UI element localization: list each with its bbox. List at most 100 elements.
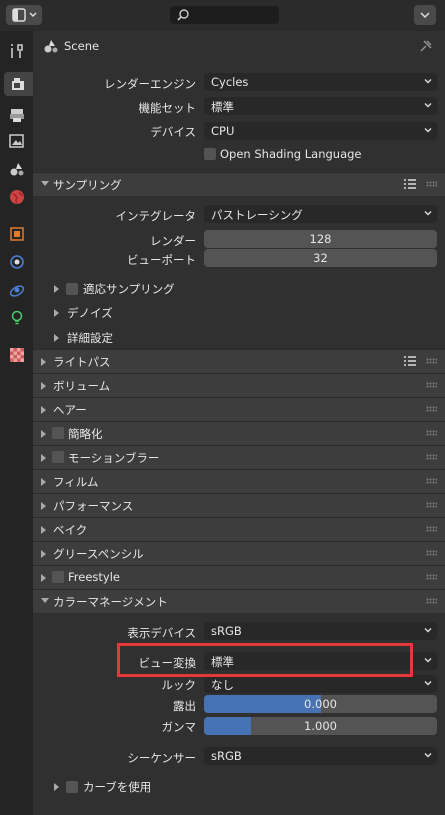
collapse-arrow-icon bbox=[54, 334, 59, 342]
look-label: ルック bbox=[161, 678, 197, 692]
presets-list-icon[interactable] bbox=[403, 178, 417, 190]
tab-output[interactable] bbox=[5, 103, 29, 127]
drag-handle-icon[interactable] bbox=[426, 382, 437, 388]
drag-handle-icon[interactable] bbox=[426, 454, 437, 460]
denoise-subpanel[interactable]: デノイズ bbox=[33, 302, 445, 324]
gamma-slider[interactable]: 1.000 bbox=[204, 717, 437, 735]
search-input[interactable] bbox=[170, 6, 279, 24]
drag-handle-icon[interactable] bbox=[426, 502, 437, 508]
render-samples-label: レンダー bbox=[150, 234, 196, 248]
light-bulb-icon bbox=[11, 310, 23, 325]
freestyle-panel-header[interactable]: Freestyle bbox=[33, 565, 445, 589]
adaptive-sampling-subpanel[interactable]: 適応サンプリング bbox=[33, 278, 445, 300]
panel-title: モーションブラー bbox=[68, 451, 160, 465]
integrator-dropdown[interactable]: パストレーシング bbox=[204, 205, 437, 223]
color-management-panel-header[interactable]: カラーマネージメント bbox=[33, 589, 445, 613]
scene-icon bbox=[10, 163, 24, 176]
physics-icon bbox=[10, 255, 24, 269]
drag-handle-icon[interactable] bbox=[426, 181, 437, 187]
panel-title: パフォーマンス bbox=[53, 499, 134, 513]
tab-render[interactable] bbox=[4, 72, 33, 96]
performance-panel-header[interactable]: パフォーマンス bbox=[33, 493, 445, 517]
scene-icon bbox=[44, 40, 58, 53]
chevron-down-icon bbox=[420, 12, 430, 19]
hair-panel-header[interactable]: ヘアー bbox=[33, 397, 445, 421]
panel-title: フィルム bbox=[53, 475, 99, 489]
chevron-down-icon bbox=[424, 681, 432, 686]
tab-tool[interactable] bbox=[5, 39, 29, 63]
render-engine-label: レンダーエンジン bbox=[104, 77, 196, 91]
drag-handle-icon[interactable] bbox=[426, 478, 437, 484]
expand-arrow-icon bbox=[41, 181, 49, 186]
grease-pencil-panel-header[interactable]: グリースペンシル bbox=[33, 541, 445, 565]
integrator-value: パストレーシング bbox=[211, 208, 303, 222]
drag-handle-icon[interactable] bbox=[426, 574, 437, 580]
chevron-down-icon bbox=[424, 128, 432, 133]
look-value: なし bbox=[211, 678, 234, 692]
look-dropdown[interactable]: なし bbox=[204, 675, 437, 693]
tab-constraints[interactable] bbox=[5, 278, 29, 302]
osl-checkbox[interactable] bbox=[204, 148, 216, 160]
viewport-samples-field[interactable]: 32 bbox=[204, 249, 437, 267]
properties-tab-bar bbox=[0, 31, 33, 815]
adaptive-sampling-checkbox[interactable] bbox=[66, 283, 78, 295]
gamma-label: ガンマ bbox=[161, 720, 197, 734]
chevron-down-icon bbox=[424, 628, 432, 633]
options-dropdown-button[interactable] bbox=[414, 5, 436, 25]
display-device-dropdown[interactable]: sRGB bbox=[204, 622, 437, 640]
panel-title: ライトパス bbox=[53, 355, 111, 369]
drag-handle-icon[interactable] bbox=[426, 430, 437, 436]
collapse-arrow-icon bbox=[41, 358, 46, 366]
chevron-down-icon bbox=[424, 103, 432, 108]
exposure-slider[interactable]: 0.000 bbox=[204, 695, 437, 713]
context-scene-label: Scene bbox=[64, 39, 100, 53]
tab-modifiers[interactable] bbox=[5, 250, 29, 274]
simplify-panel-header[interactable]: 簡略化 bbox=[33, 421, 445, 445]
feature-set-dropdown[interactable]: 標準 bbox=[204, 97, 437, 115]
tab-scene[interactable] bbox=[5, 157, 29, 181]
collapse-arrow-icon bbox=[41, 502, 46, 510]
motion-blur-panel-header[interactable]: モーションブラー bbox=[33, 445, 445, 469]
render-engine-dropdown[interactable]: Cycles bbox=[204, 73, 437, 91]
tab-world[interactable] bbox=[5, 185, 29, 209]
freestyle-checkbox[interactable] bbox=[52, 571, 64, 583]
properties-editor-icon bbox=[12, 8, 37, 22]
drag-handle-icon[interactable] bbox=[426, 406, 437, 412]
drag-handle-icon[interactable] bbox=[426, 526, 437, 532]
feature-set-value: 標準 bbox=[211, 100, 234, 114]
device-dropdown[interactable]: CPU bbox=[204, 122, 437, 140]
chevron-down-icon bbox=[424, 211, 432, 216]
tool-icon bbox=[11, 44, 23, 58]
presets-list-icon[interactable] bbox=[403, 355, 417, 367]
use-curves-checkbox[interactable] bbox=[66, 781, 78, 793]
pin-icon[interactable] bbox=[419, 39, 433, 53]
drag-handle-icon[interactable] bbox=[426, 550, 437, 556]
advanced-label: 詳細設定 bbox=[67, 331, 113, 345]
output-printer-icon bbox=[10, 109, 24, 122]
panel-title: ボリューム bbox=[53, 379, 111, 393]
bake-panel-header[interactable]: ベイク bbox=[33, 517, 445, 541]
advanced-subpanel[interactable]: 詳細設定 bbox=[33, 327, 445, 349]
tab-view-layer[interactable] bbox=[5, 129, 29, 153]
properties-header bbox=[0, 0, 445, 32]
chevron-down-icon bbox=[424, 658, 432, 663]
drag-handle-icon[interactable] bbox=[426, 598, 437, 604]
display-device-value: sRGB bbox=[211, 624, 242, 638]
motion-blur-checkbox[interactable] bbox=[52, 451, 64, 463]
object-icon bbox=[10, 227, 24, 241]
volumes-panel-header[interactable]: ボリューム bbox=[33, 373, 445, 397]
simplify-checkbox[interactable] bbox=[52, 427, 64, 439]
tab-object[interactable] bbox=[5, 222, 29, 246]
tab-data[interactable] bbox=[5, 306, 29, 330]
drag-handle-icon[interactable] bbox=[426, 358, 437, 364]
film-panel-header[interactable]: フィルム bbox=[33, 469, 445, 493]
render-engine-value: Cycles bbox=[211, 75, 249, 89]
render-samples-field[interactable]: 128 bbox=[204, 230, 437, 248]
use-curves-label: カーブを使用 bbox=[83, 780, 152, 794]
editor-type-button[interactable] bbox=[6, 5, 42, 25]
sequencer-dropdown[interactable]: sRGB bbox=[204, 747, 437, 765]
sampling-panel-header[interactable]: サンプリング bbox=[33, 172, 445, 196]
light-paths-panel-header[interactable]: ライトパス bbox=[33, 349, 445, 373]
tab-texture[interactable] bbox=[5, 343, 29, 367]
use-curves-subpanel[interactable]: カーブを使用 bbox=[33, 776, 445, 798]
